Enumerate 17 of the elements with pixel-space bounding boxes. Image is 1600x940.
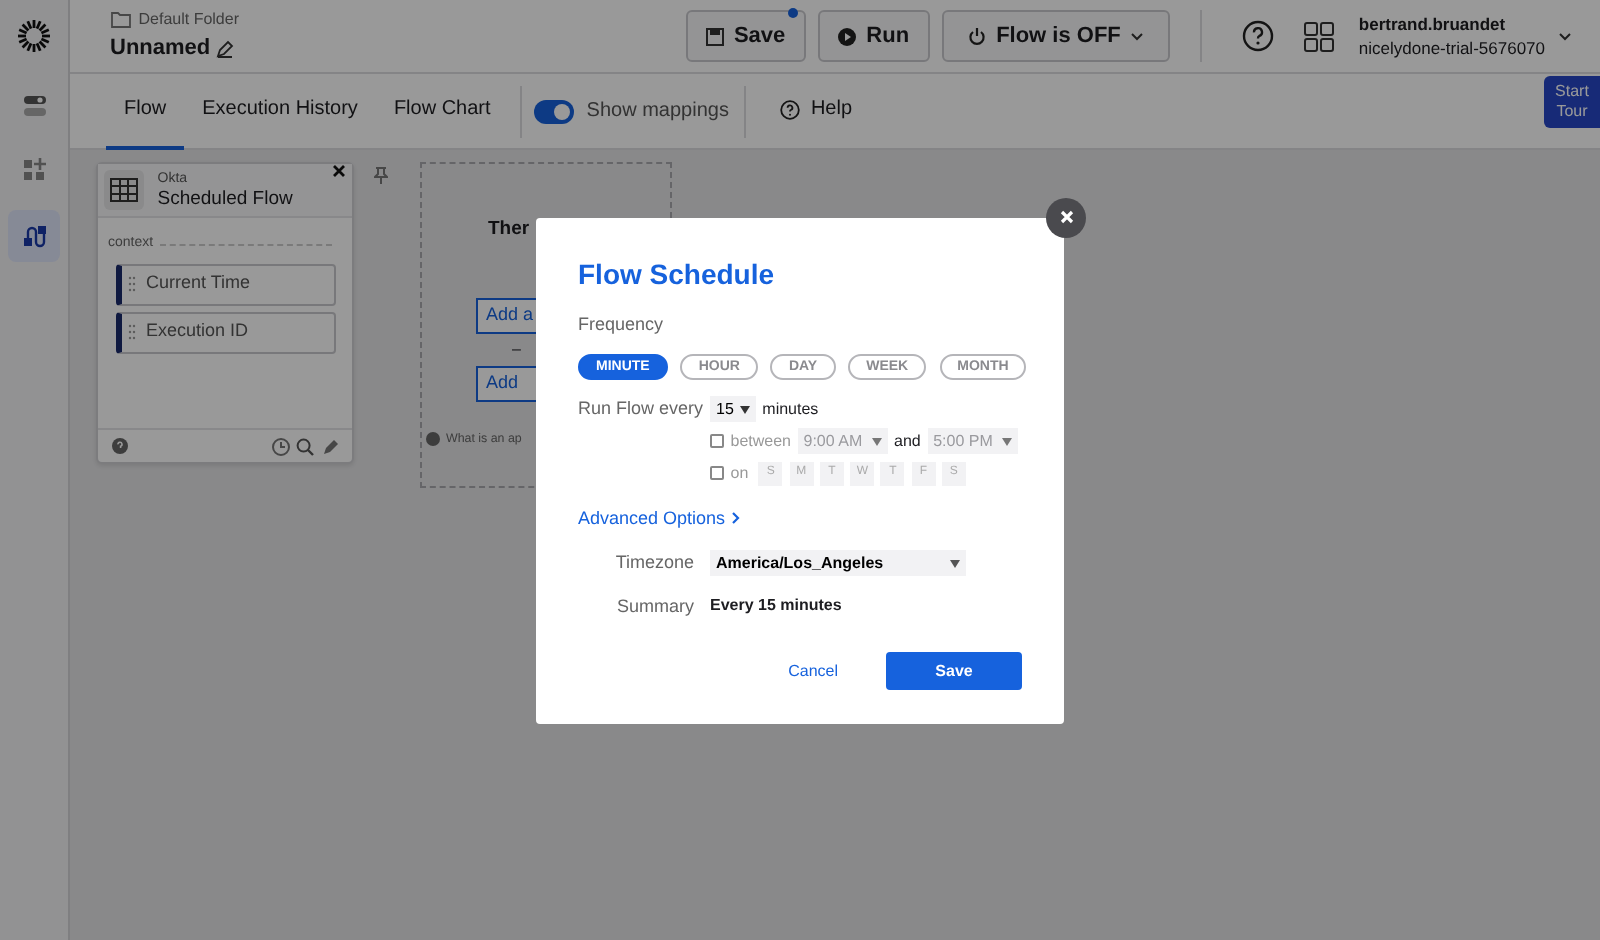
separator-dash: – bbox=[512, 338, 521, 362]
user-name: bertrand.bruandet bbox=[1358, 12, 1508, 36]
flow-title: Unnamed bbox=[110, 33, 211, 64]
card-title: Scheduled Flow bbox=[157, 187, 295, 211]
org-name: nicelydone-trial-5676070 bbox=[1358, 36, 1545, 60]
panel-heading: Ther bbox=[488, 218, 530, 242]
frequency-label: Frequency bbox=[578, 311, 666, 338]
run-every-label: Run Flow every bbox=[578, 396, 706, 422]
on-label: on bbox=[730, 461, 749, 485]
timezone-label: Timezone bbox=[613, 550, 694, 576]
modal-title: Flow Schedule bbox=[578, 255, 777, 293]
toggle-label: Show mappings bbox=[586, 98, 729, 126]
and-label: and bbox=[894, 429, 921, 454]
summary-label: Summary bbox=[614, 593, 694, 620]
unit-label: minutes bbox=[762, 397, 819, 421]
summary-text: Every 15 minutes bbox=[710, 594, 842, 619]
between-label: between bbox=[730, 429, 791, 454]
